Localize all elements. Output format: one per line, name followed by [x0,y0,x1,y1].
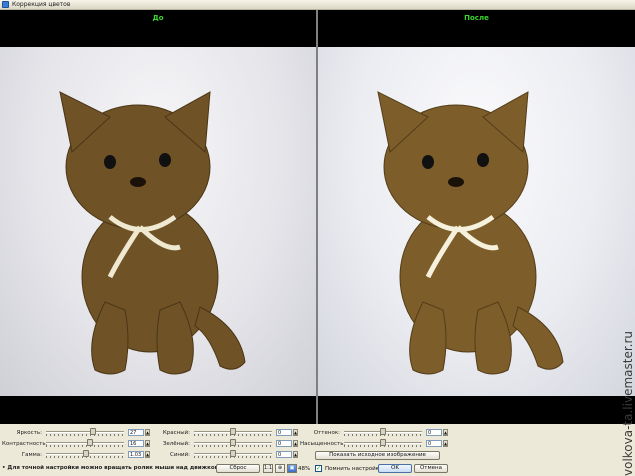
zoom-level: 48% [298,466,311,472]
zoom-in-icon[interactable]: ⊕ [275,464,285,473]
after-preview-pane: После [318,10,635,424]
hue-control: Оттенок: 0 ▲ [300,428,448,437]
watermark-text: volkova-ta.livemaster.ru [621,330,635,476]
gamma-slider[interactable] [46,450,124,459]
saturation-label: Насыщенность: [300,440,346,447]
brightness-label: Яркость: [16,429,42,436]
saturation-spin-icon[interactable]: ▲ [443,440,448,447]
green-slider[interactable] [194,439,272,448]
contrast-slider[interactable] [46,439,124,448]
green-spin-icon[interactable]: ▲ [293,440,298,447]
saturation-slider[interactable] [344,439,422,448]
green-slider-thumb[interactable] [230,439,236,446]
reset-button[interactable]: Сброс [216,464,260,473]
contrast-label: Контрастность: [2,440,48,447]
hue-value[interactable]: 0 [426,429,442,436]
checkbox-check-icon[interactable]: ✓ [315,465,322,472]
window-title: Коррекция цветов [12,1,71,8]
before-photo [0,47,316,396]
controls-panel: Яркость: 27 ▲ Контрастность: 16 ▲ Гамма:… [0,424,635,476]
brightness-value[interactable]: 27 [128,429,144,436]
before-label: До [152,14,164,22]
blue-control: Синий: 0 ▲ [150,450,298,459]
blue-spin-icon[interactable]: ▲ [293,451,298,458]
saturation-control: Насыщенность: 0 ▲ [300,439,448,448]
knitted-cat-image [59,91,246,375]
red-label: Красный: [162,429,190,436]
red-slider[interactable] [194,428,272,437]
green-label: Зелёный: [162,440,190,447]
saturation-slider-thumb[interactable] [380,439,386,446]
hue-slider-thumb[interactable] [380,428,386,435]
green-value[interactable]: 0 [276,440,292,447]
contrast-slider-thumb[interactable] [86,439,93,446]
brightness-slider-thumb[interactable] [89,428,96,435]
title-bar: Коррекция цветов [0,0,635,10]
remember-settings-label: Помнить настройки [325,465,383,472]
after-photo [318,47,635,396]
blue-slider-thumb[interactable] [230,450,236,457]
before-preview-pane: До [0,10,316,424]
red-spin-icon[interactable]: ▲ [293,429,298,436]
blue-slider[interactable] [194,450,272,459]
red-slider-thumb[interactable] [230,428,236,435]
brightness-slider[interactable] [46,428,124,437]
brightness-control: Яркость: 27 ▲ [2,428,150,437]
saturation-value[interactable]: 0 [426,440,442,447]
gamma-label: Гамма: [21,451,42,458]
fit-window-icon[interactable]: ▣ [287,464,297,473]
ok-button[interactable]: OK [378,464,412,473]
blue-value[interactable]: 0 [276,451,292,458]
hint-text: • Для точной настройки можно вращать рол… [2,465,220,471]
gamma-control: Гамма: 1.03 ▲ [2,450,150,459]
zoom-actual-button[interactable]: 1:1 [263,464,273,473]
red-value[interactable]: 0 [276,429,292,436]
red-control: Красный: 0 ▲ [150,428,298,437]
cancel-button[interactable]: Отмена [414,464,448,473]
remember-settings-checkbox[interactable]: ✓ Помнить настройки [315,465,383,472]
show-original-button[interactable]: Показать исходное изображение [315,451,440,460]
hue-spin-icon[interactable]: ▲ [443,429,448,436]
contrast-control: Контрастность: 16 ▲ [2,439,150,448]
after-label: После [464,14,489,22]
contrast-value[interactable]: 16 [128,440,144,447]
app-icon [2,1,9,8]
knitted-cat-image-corrected [377,91,564,375]
hue-slider[interactable] [344,428,422,437]
gamma-slider-thumb[interactable] [82,450,89,457]
blue-label: Синий: [169,451,190,458]
hue-label: Оттенок: [313,429,340,436]
gamma-value[interactable]: 1.03 [128,451,144,458]
green-control: Зелёный: 0 ▲ [150,439,298,448]
